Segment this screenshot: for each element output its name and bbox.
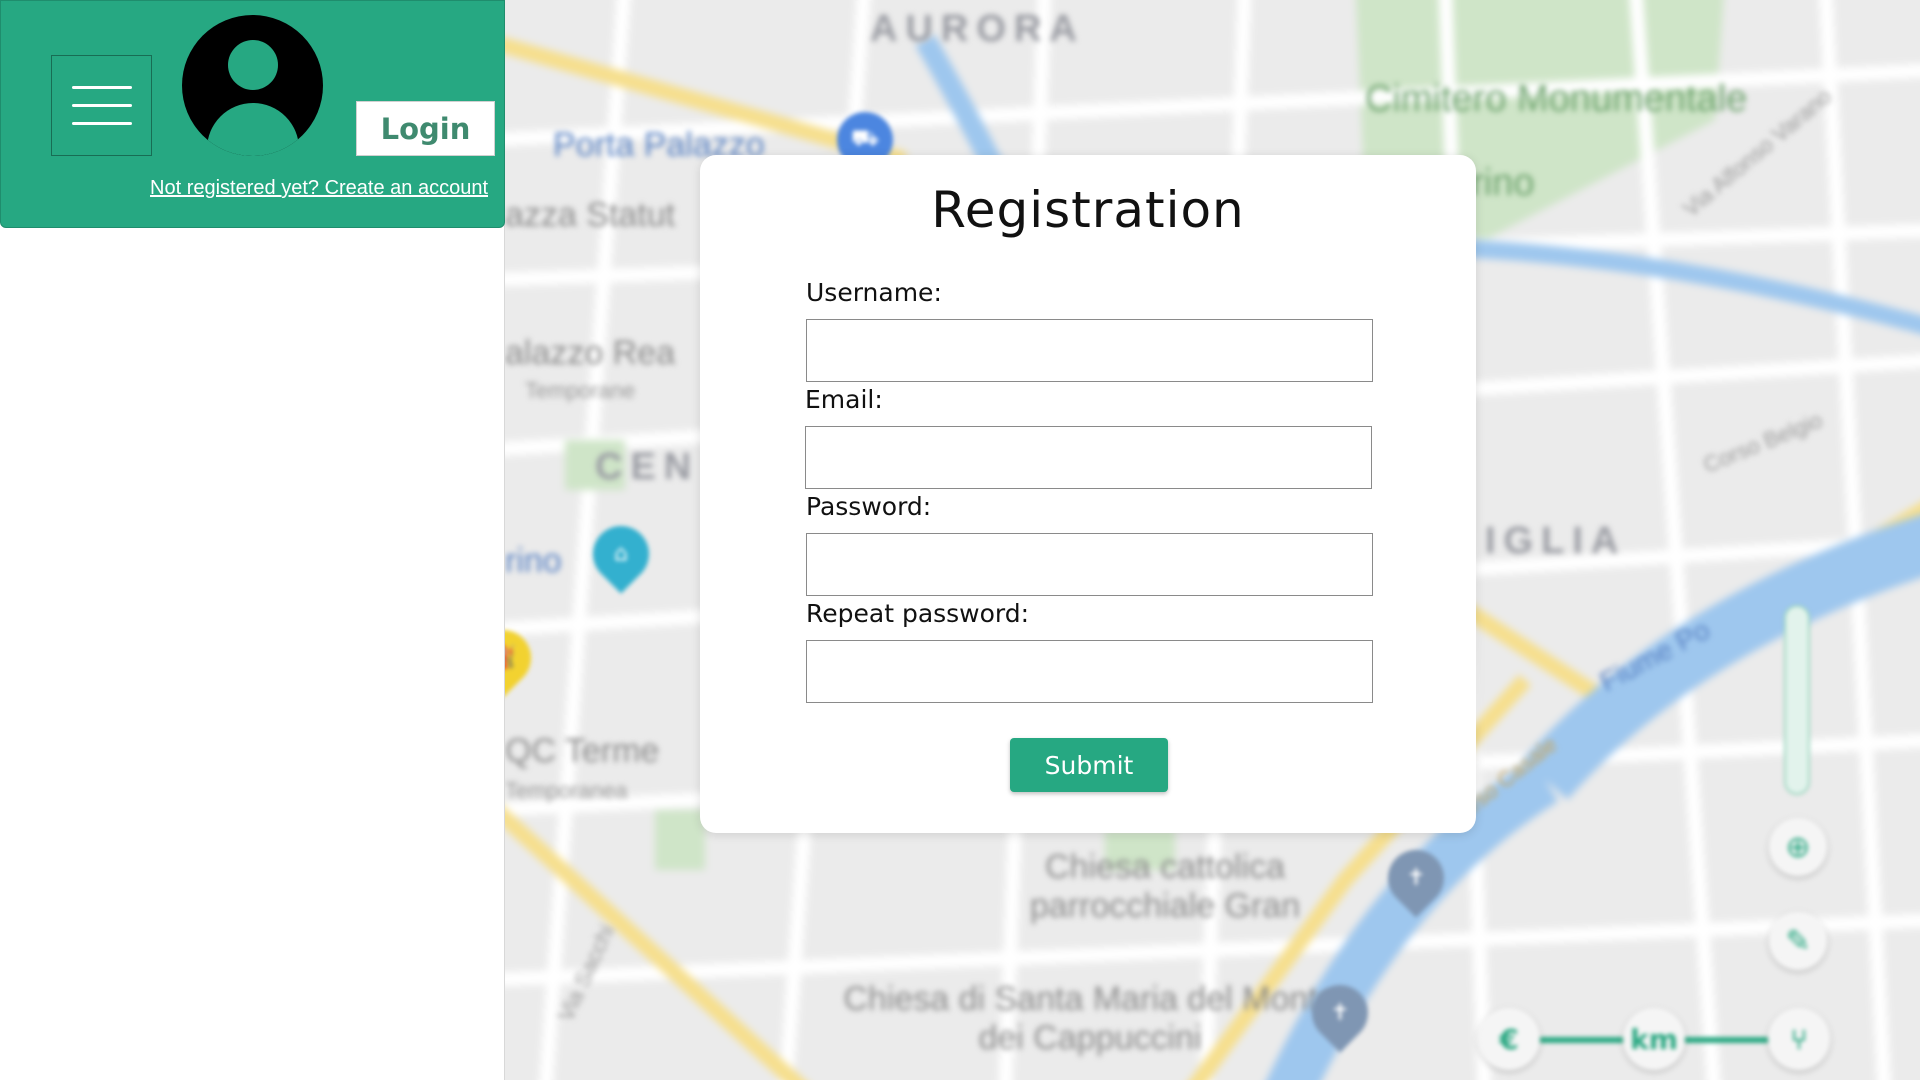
header-card: Login Not registered yet? Create an acco… — [0, 0, 505, 228]
submit-button[interactable]: Submit — [1010, 738, 1168, 792]
km-icon: km — [1630, 1022, 1678, 1056]
side-panel: Login Not registered yet? Create an acco… — [0, 0, 505, 1080]
hamburger-icon-line — [71, 122, 132, 125]
euro-icon: € — [1499, 1022, 1519, 1056]
password-input[interactable] — [806, 533, 1373, 596]
map-label-cimitero: Cimitero Monumentale — [1365, 78, 1748, 120]
password-label: Password: — [806, 492, 932, 521]
map-label-temporaneo-1: Temporane — [525, 378, 636, 403]
email-label: Email: — [805, 385, 883, 414]
avatar-head — [228, 40, 278, 90]
email-input[interactable] — [805, 426, 1372, 489]
map-label-aurora: AURORA — [870, 8, 1085, 50]
repeat-password-label: Repeat password: — [806, 599, 1030, 628]
route-icon: ⑂ — [1790, 1022, 1808, 1056]
layers-button[interactable]: ✎ — [1769, 912, 1827, 970]
map-label-centro: CEN — [595, 446, 700, 488]
user-avatar-icon — [182, 15, 323, 156]
locate-icon: ⊕ — [1785, 829, 1811, 865]
locate-button[interactable]: ⊕ — [1769, 818, 1827, 876]
map-label-qc-terme: QC Terme — [505, 732, 660, 770]
menu-button[interactable] — [51, 55, 152, 156]
registration-card: Registration Username: Email: Password: … — [700, 155, 1476, 833]
map-label-chiesa-1: Chiesa cattolica parrocchiale Gran — [1029, 848, 1301, 925]
layers-icon: ✎ — [1785, 923, 1811, 959]
map-label-chiesa-2: Chiesa di Santa Maria del Monte dei Capp… — [843, 980, 1337, 1057]
avatar-body — [207, 103, 299, 156]
registration-title: Registration — [931, 181, 1245, 239]
login-button[interactable]: Login — [356, 101, 495, 156]
map-label-temporaneo-2: Temporanea — [505, 778, 628, 803]
username-input[interactable] — [806, 319, 1373, 382]
euro-button[interactable]: € — [1478, 1008, 1540, 1070]
route-button[interactable]: ⑂ — [1768, 1008, 1830, 1070]
map-label-palazzo-reale: alazzo Rea — [505, 334, 676, 372]
map-label-piazza-statuto: azza Statut — [505, 196, 676, 234]
scale-bar: € km ⑂ — [1478, 1008, 1830, 1070]
register-link[interactable]: Not registered yet? Create an account — [150, 177, 488, 200]
username-label: Username: — [806, 278, 942, 307]
map-label-torino-station: rino — [505, 542, 562, 580]
km-button[interactable]: km — [1623, 1008, 1685, 1070]
map-label-vanchiglia: IGLIA — [1485, 520, 1627, 562]
hamburger-icon-line — [71, 104, 132, 107]
zoom-slider[interactable] — [1784, 605, 1810, 795]
repeat-password-input[interactable] — [806, 640, 1373, 703]
hamburger-icon — [71, 86, 132, 89]
